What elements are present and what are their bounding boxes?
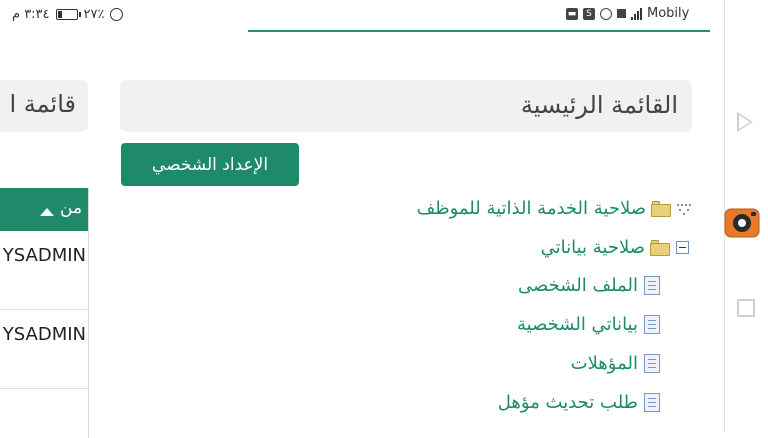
side-table: من YSADMIN YSADMIN xyxy=(0,188,89,438)
message-icon: ▬ xyxy=(566,7,578,20)
tree-group-label[interactable]: صلاحية بياناتي xyxy=(541,237,645,258)
tree-item-personal-data[interactable]: بياناتي الشخصية xyxy=(517,314,660,335)
collapse-icon[interactable] xyxy=(676,241,689,254)
hotspot-icon xyxy=(600,7,612,20)
carrier-label: Mobily xyxy=(647,6,690,21)
side-panel-title: قائمة ا xyxy=(9,90,76,118)
profile-settings-button[interactable]: الإعداد الشخصي xyxy=(121,143,299,186)
s-app-icon: S xyxy=(583,7,595,20)
table-cell: YSADMIN xyxy=(2,245,86,266)
table-row[interactable]: YSADMIN xyxy=(0,310,88,389)
header-accent-line xyxy=(248,30,710,32)
main-menu-title: القائمة الرئيسية xyxy=(520,91,678,119)
table-row[interactable]: YSADMIN xyxy=(0,231,88,310)
document-icon xyxy=(644,276,660,295)
tree-root-label[interactable]: صلاحية الخدمة الذاتية للموظف xyxy=(417,198,646,219)
tree-item-profile[interactable]: الملف الشخصى xyxy=(518,275,660,296)
back-icon[interactable] xyxy=(737,112,753,132)
tree-group[interactable]: صلاحية بياناتي xyxy=(541,237,689,258)
tree-root[interactable]: صلاحية الخدمة الذاتية للموظف xyxy=(417,198,692,219)
folder-icon xyxy=(651,200,671,217)
tree-item-label[interactable]: بياناتي الشخصية xyxy=(517,314,638,335)
tree-item-label[interactable]: طلب تحديث مؤهل xyxy=(498,392,638,413)
tree-node-icon xyxy=(677,202,692,215)
signal-icon xyxy=(631,7,642,20)
tree-item-qualifications[interactable]: المؤهلات xyxy=(571,353,660,374)
battery-label: ٢٧٪ xyxy=(83,7,105,22)
document-icon xyxy=(644,393,660,412)
side-panel-header: قائمة ا xyxy=(0,80,88,132)
table-cell: YSADMIN xyxy=(2,324,86,345)
recents-icon[interactable] xyxy=(737,299,755,317)
time-label: ٣:٣٤ م xyxy=(12,7,50,22)
status-left: ٣:٣٤ م ٢٧٪ xyxy=(12,7,124,22)
document-icon xyxy=(644,315,660,334)
battery-icon xyxy=(55,9,81,20)
tree-item-update-qualification[interactable]: طلب تحديث مؤهل xyxy=(498,392,660,413)
sort-asc-icon[interactable] xyxy=(40,208,54,216)
document-icon xyxy=(644,354,660,373)
side-table-header-label[interactable]: من xyxy=(60,198,82,218)
status-right: ▬ S Mobily xyxy=(566,6,689,21)
status-bar: ٣:٣٤ م ٢٧٪ ▬ S Mobily xyxy=(0,0,724,30)
side-table-header[interactable]: من xyxy=(0,188,88,231)
tree-item-label[interactable]: المؤهلات xyxy=(571,353,638,374)
main-menu-header[interactable]: القائمة الرئيسية xyxy=(120,80,692,132)
tree-item-label[interactable]: الملف الشخصى xyxy=(518,275,638,296)
camera-app-icon[interactable] xyxy=(722,203,762,241)
folder-icon xyxy=(650,239,670,256)
battery-level xyxy=(57,11,62,18)
stop-icon xyxy=(617,9,626,18)
alarm-icon xyxy=(110,8,124,21)
